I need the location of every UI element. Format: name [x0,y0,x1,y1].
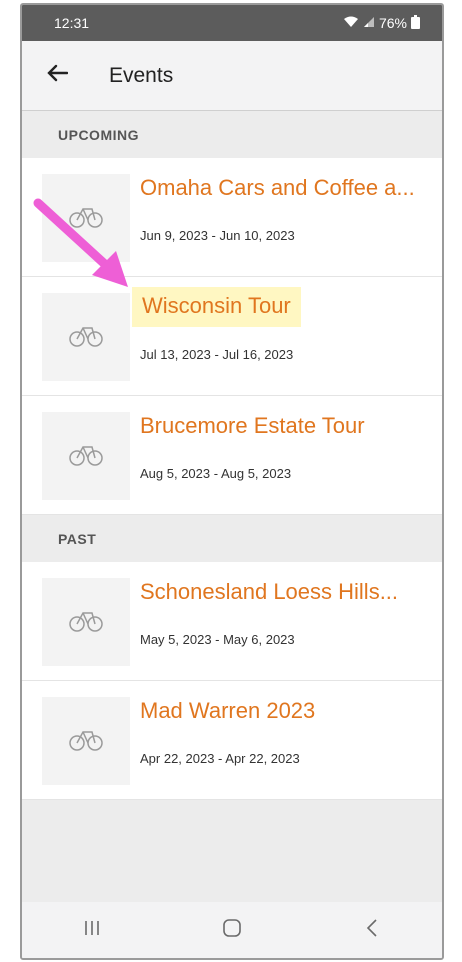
wifi-icon [343,15,359,31]
system-nav-bar [22,902,442,958]
page-title: Events [109,63,174,87]
event-dates: Jul 13, 2023 - Jul 16, 2023 [140,347,294,362]
event-dates: May 5, 2023 - May 6, 2023 [140,632,295,647]
phone-frame: 12:31 76% Events UPCOMING Omaha Cars and [20,3,444,960]
bicycle-icon [68,607,104,638]
event-row-mad-warren[interactable]: Mad Warren 2023 Apr 22, 2023 - Apr 22, 2… [22,681,442,800]
nav-back-button[interactable] [342,902,402,958]
bicycle-icon [68,441,104,472]
event-dates: Aug 5, 2023 - Aug 5, 2023 [140,466,292,481]
event-title: Brucemore Estate Tour [140,413,365,438]
home-button[interactable] [202,902,262,958]
event-title: Omaha Cars and Coffee a... [140,175,415,200]
recents-button[interactable] [62,902,122,958]
event-row-schonesland[interactable]: Schonesland Loess Hills... May 5, 2023 -… [22,562,442,681]
bicycle-icon [68,322,104,353]
event-title: Mad Warren 2023 [140,698,316,723]
bicycle-icon [68,726,104,757]
event-row-brucemore[interactable]: Brucemore Estate Tour Aug 5, 2023 - Aug … [22,396,442,515]
event-thumbnail [42,578,130,666]
back-button[interactable] [22,41,92,111]
status-time: 12:31 [54,15,90,31]
event-title-highlighted: Wisconsin Tour [132,287,301,327]
battery-icon [411,15,420,29]
event-thumbnail [42,412,130,500]
status-bar: 12:31 76% [22,5,442,41]
pointer-arrow-annotation [33,198,128,287]
home-icon [222,918,242,943]
app-bar: Events [22,41,442,111]
event-dates: Apr 22, 2023 - Apr 22, 2023 [140,751,300,766]
status-icons: 76% [343,15,420,31]
event-thumbnail [42,293,130,381]
section-header-upcoming: UPCOMING [22,112,442,158]
back-chevron-icon [365,918,379,943]
back-arrow-icon [46,64,69,87]
battery-percent: 76% [378,15,407,31]
signal-icon [363,15,375,31]
section-header-past: PAST [22,516,442,562]
event-thumbnail [42,697,130,785]
event-dates: Jun 9, 2023 - Jun 10, 2023 [140,228,295,243]
recents-icon [82,919,102,942]
event-title: Schonesland Loess Hills... [140,579,399,604]
